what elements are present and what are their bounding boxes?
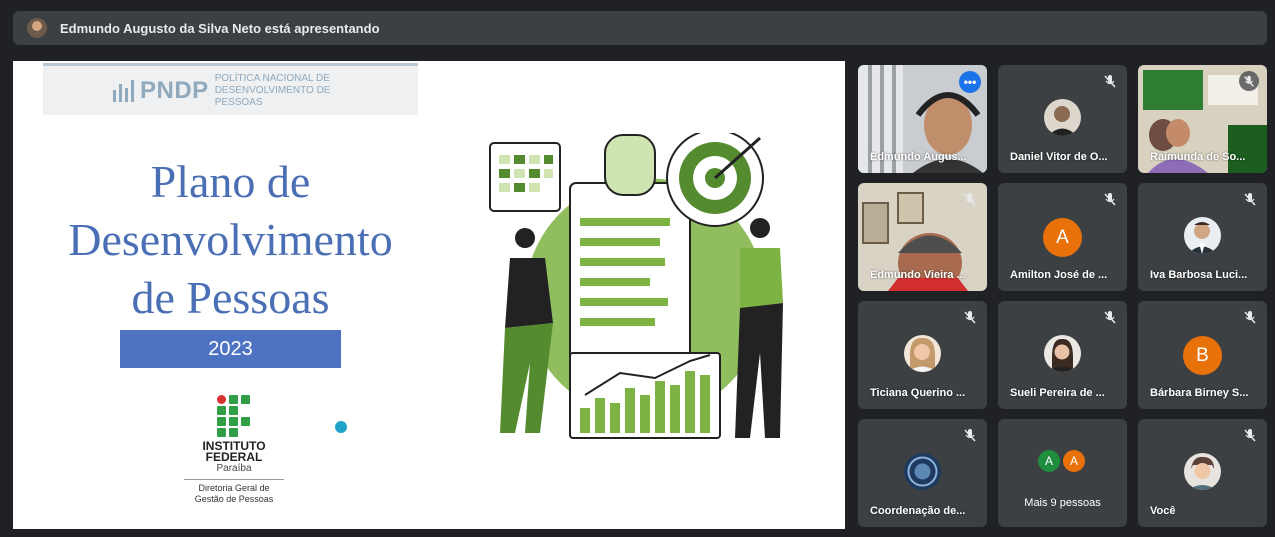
- pndp-logo-icon: [113, 79, 134, 102]
- institute-name-line2: FEDERAL: [205, 450, 263, 464]
- participant-tile[interactable]: B Bárbara Birney S...: [1138, 301, 1267, 409]
- participant-avatar: A: [1043, 218, 1082, 257]
- participant-name: Amilton José de ...: [1010, 269, 1108, 281]
- more-people-tile[interactable]: A A Mais 9 pessoas: [998, 419, 1127, 527]
- mic-off-icon: [1239, 71, 1259, 91]
- mic-off-icon: [1104, 193, 1116, 206]
- institute-state: Paraíba: [216, 463, 252, 474]
- mic-off-icon: [1244, 193, 1256, 206]
- participant-tile[interactable]: ••• Edmundo Augus...: [858, 65, 987, 173]
- year-box: 2023: [120, 330, 341, 368]
- department-line1: Diretoria Geral de: [198, 483, 270, 493]
- participant-name: Coordenação de...: [870, 505, 966, 517]
- participant-name: Edmundo Vieira ...: [870, 269, 966, 281]
- pndp-subtitle: POLÍTICA NACIONAL DE DESENVOLVIMENTO DE …: [215, 73, 365, 109]
- participant-avatar: [1044, 335, 1081, 372]
- slide-title: Plano de Desenvolvimento de Pessoas: [33, 153, 428, 327]
- participant-avatar: [1184, 453, 1221, 490]
- participant-tile[interactable]: Edmundo Vieira ...: [858, 183, 987, 291]
- institute-grid-icon: [217, 395, 251, 437]
- participant-name: Raimunda de So...: [1150, 151, 1246, 163]
- participant-name: Bárbara Birney S...: [1150, 387, 1249, 399]
- planning-illustration: [489, 133, 783, 439]
- mic-off-icon: [1244, 311, 1256, 324]
- participant-tile[interactable]: Ticiana Querino ...: [858, 301, 987, 409]
- mic-off-icon: [1104, 311, 1116, 324]
- shared-slide[interactable]: PNDP POLÍTICA NACIONAL DE DESENVOLVIMENT…: [13, 61, 845, 529]
- more-people-label: Mais 9 pessoas: [1024, 497, 1101, 509]
- department-line2: Gestão de Pessoas: [194, 494, 274, 504]
- more-people-avatar: A: [1038, 450, 1060, 472]
- more-people-avatar: A: [1063, 450, 1085, 472]
- participant-tile[interactable]: Coordenação de...: [858, 419, 987, 527]
- pndp-brand: PNDP: [140, 76, 209, 104]
- participant-tile[interactable]: A Amilton José de ...: [998, 183, 1127, 291]
- participant-name: Iva Barbosa Luci...: [1150, 269, 1248, 281]
- presentation-bar: Edmundo Augusto da Silva Neto está apres…: [13, 11, 1267, 45]
- participant-avatar: B: [1183, 336, 1222, 375]
- participant-tile[interactable]: Iva Barbosa Luci...: [1138, 183, 1267, 291]
- pointer-cursor-icon: [335, 421, 347, 433]
- presentation-status-text: Edmundo Augusto da Silva Neto está apres…: [60, 20, 380, 36]
- institute-logo: INSTITUTO FEDERAL Paraíba Diretoria Gera…: [184, 395, 284, 505]
- participant-name: Sueli Pereira de ...: [1010, 387, 1105, 399]
- participant-name: Você: [1150, 505, 1176, 517]
- participant-name: Daniel Vitor de O...: [1010, 151, 1108, 163]
- participant-tile[interactable]: Daniel Vitor de O...: [998, 65, 1127, 173]
- participant-avatar: [1044, 99, 1081, 136]
- slide-title-line2: Desenvolvimento: [68, 214, 393, 265]
- mic-off-icon: [964, 429, 976, 442]
- participant-tile[interactable]: Sueli Pereira de ...: [998, 301, 1127, 409]
- slide-title-line3: de Pessoas: [131, 272, 330, 323]
- pndp-banner: PNDP POLÍTICA NACIONAL DE DESENVOLVIMENT…: [43, 63, 418, 115]
- participant-tile[interactable]: Raimunda de So...: [1138, 65, 1267, 173]
- participant-name: Edmundo Augus...: [870, 151, 967, 163]
- participant-avatar: [904, 335, 941, 372]
- participant-name: Ticiana Querino ...: [870, 387, 966, 399]
- mic-off-icon: [964, 193, 976, 206]
- self-tile[interactable]: Você: [1138, 419, 1267, 527]
- mic-off-icon: [964, 311, 976, 324]
- pndp-subtitle-line1: POLÍTICA NACIONAL DE: [214, 72, 330, 84]
- pndp-subtitle-line2: DESENVOLVIMENTO DE PESSOAS: [214, 84, 331, 108]
- more-options-button[interactable]: •••: [959, 71, 981, 93]
- year-label: 2023: [208, 337, 253, 360]
- participant-avatar: [1184, 217, 1221, 254]
- mic-off-icon: [1104, 75, 1116, 88]
- slide-title-line1: Plano de: [150, 156, 311, 207]
- participant-avatar: [904, 453, 941, 490]
- presenter-avatar: [27, 18, 47, 38]
- mic-off-icon: [1244, 429, 1256, 442]
- department-label: Diretoria Geral de Gestão de Pessoas: [184, 479, 284, 505]
